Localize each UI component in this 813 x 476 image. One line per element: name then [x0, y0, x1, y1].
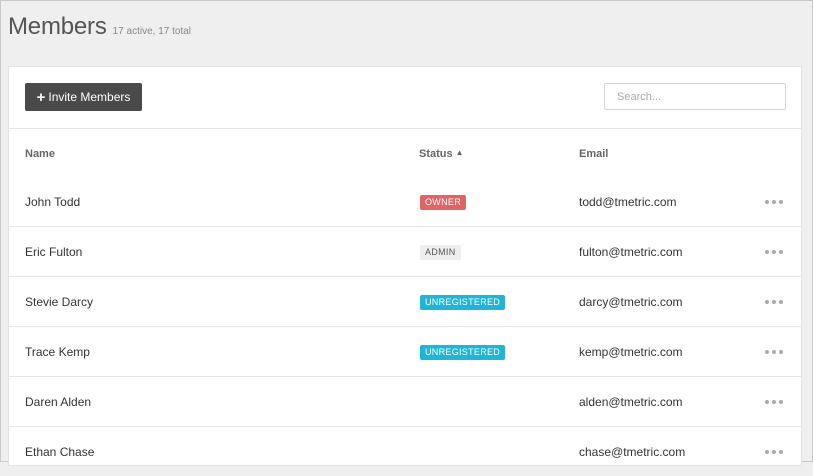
member-name: Stevie Darcy: [25, 294, 94, 309]
dot: [779, 299, 783, 304]
status-cell: UNREGISTERED: [420, 294, 506, 310]
status-badge: OWNER: [420, 194, 466, 210]
table-row[interactable]: Trace Kemp UNREGISTERED kemp@tmetric.com: [9, 327, 801, 377]
dot: [779, 199, 783, 204]
table-row[interactable]: Stevie Darcy UNREGISTERED darcy@tmetric.co…: [9, 277, 801, 327]
member-email: alden@tmetric.com: [579, 394, 683, 409]
dot: [772, 249, 776, 254]
page-header: Members 17 active, 17 total: [8, 13, 191, 41]
member-name: John Todd: [25, 194, 81, 209]
search-input[interactable]: [604, 83, 786, 110]
dot: [765, 199, 769, 204]
members-list: John Todd OWNER todd@tmetric.com Eric Fulto…: [9, 177, 801, 476]
dot: [779, 399, 783, 404]
status-badge: UNREGISTERED: [420, 294, 506, 310]
members-card: + Invite Members Name Status▲ Email John…: [8, 66, 802, 466]
status-cell: OWNER: [420, 194, 466, 210]
member-name: Daren Alden: [25, 394, 92, 409]
table-row[interactable]: Daren Alden alden@tmetric.com: [9, 377, 801, 427]
more-options-icon[interactable]: [765, 297, 783, 307]
table-row[interactable]: Ethan Chase chase@tmetric.com: [9, 427, 801, 476]
member-name: Ethan Chase: [25, 444, 95, 459]
column-header-email[interactable]: Email: [579, 148, 608, 160]
invite-members-button[interactable]: + Invite Members: [25, 83, 142, 111]
dot: [772, 399, 776, 404]
table-row[interactable]: Eric Fulton ADMIN fulton@tmetric.com: [9, 227, 801, 277]
page-title: Members: [8, 13, 107, 40]
member-email: kemp@tmetric.com: [579, 344, 683, 359]
table-header: Name Status ▲ Email: [9, 129, 801, 177]
dot: [772, 349, 776, 354]
member-counts: 17 active, 17 total: [112, 26, 192, 37]
member-email: chase@tmetric.com: [579, 444, 686, 459]
more-options-icon[interactable]: [765, 247, 783, 257]
column-header-status[interactable]: Status ▲: [419, 148, 464, 160]
dot: [765, 399, 769, 404]
dot: [772, 449, 776, 454]
plus-icon: +: [36, 88, 46, 106]
member-name: Trace Kemp: [25, 344, 90, 359]
invite-members-label: Invite Members: [48, 90, 131, 104]
dot: [779, 249, 783, 254]
dot: [779, 349, 783, 354]
member-email: todd@tmetric.com: [579, 194, 677, 209]
status-badge: ADMIN: [420, 244, 461, 260]
more-options-icon[interactable]: [765, 397, 783, 407]
dot: [765, 349, 769, 354]
dot: [772, 299, 776, 304]
status-badge: UNREGISTERED: [420, 344, 506, 360]
dot: [772, 199, 776, 204]
status-cell: UNREGISTERED: [420, 344, 506, 360]
more-options-icon[interactable]: [765, 197, 783, 207]
dot: [765, 449, 769, 454]
member-email: fulton@tmetric.com: [579, 244, 683, 259]
member-email: darcy@tmetric.com: [579, 294, 683, 309]
toolbar: + Invite Members: [9, 67, 801, 129]
column-header-name[interactable]: Name: [25, 148, 55, 160]
member-name: Eric Fulton: [25, 244, 83, 259]
dot: [765, 249, 769, 254]
dot: [765, 299, 769, 304]
sort-ascending-icon: ▲: [455, 148, 464, 157]
status-cell: ADMIN: [420, 244, 461, 260]
more-options-icon[interactable]: [765, 347, 783, 357]
more-options-icon[interactable]: [765, 447, 783, 457]
table-row[interactable]: John Todd OWNER todd@tmetric.com: [9, 177, 801, 227]
dot: [779, 449, 783, 454]
